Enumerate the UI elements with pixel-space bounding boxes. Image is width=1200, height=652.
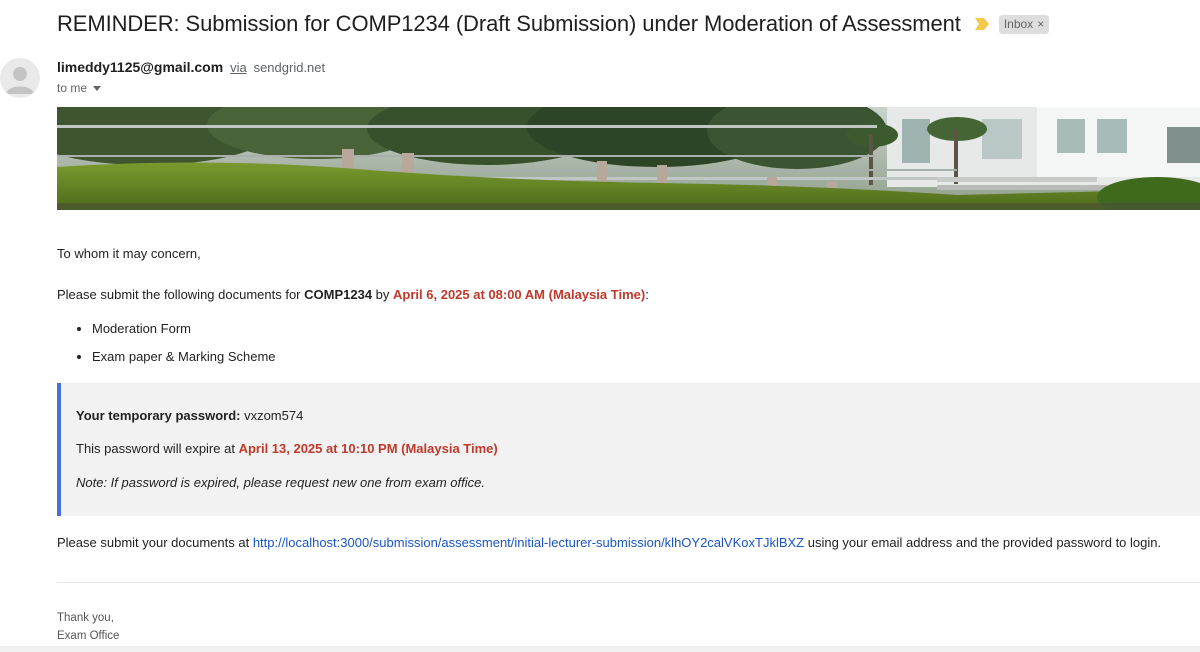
- signoff-thanks: Thank you,: [57, 612, 114, 624]
- submission-link[interactable]: http://localhost:3000/submission/assessm…: [253, 535, 804, 550]
- password-label: Your temporary password:: [76, 408, 241, 423]
- bottom-scroll-edge: [0, 646, 1200, 652]
- submit-instructions: Please submit your documents at http://l…: [57, 535, 1161, 550]
- inbox-label-text: Inbox: [1003, 16, 1034, 31]
- request-suffix: :: [645, 287, 649, 302]
- sender-email[interactable]: limeddy1125@gmail.com: [57, 59, 223, 75]
- sender-row: limeddy1125@gmail.com via sendgrid.net: [57, 59, 325, 75]
- chevron-down-icon[interactable]: [93, 85, 102, 91]
- subject-row: REMINDER: Submission for COMP1234 (Draft…: [57, 8, 1050, 40]
- submit-prefix: Please submit your documents at: [57, 535, 253, 550]
- sender-avatar[interactable]: [0, 58, 40, 98]
- campus-banner-image: [57, 107, 1200, 210]
- recipient-row[interactable]: to me: [57, 81, 102, 95]
- password-line: Your temporary password: vxzom574: [76, 408, 303, 423]
- via-link[interactable]: via: [230, 60, 247, 75]
- via-domain: sendgrid.net: [253, 60, 326, 75]
- list-item: Moderation Form: [92, 318, 276, 346]
- request-paragraph: Please submit the following documents fo…: [57, 287, 649, 302]
- greeting-text: To whom it may concern,: [57, 246, 201, 261]
- course-code: COMP1234: [304, 287, 373, 302]
- email-subject: REMINDER: Submission for COMP1234 (Draft…: [57, 11, 961, 36]
- submit-suffix: using your email address and the provide…: [804, 535, 1162, 550]
- submission-deadline: April 6, 2025 at 08:00 AM (Malaysia Time…: [393, 287, 646, 302]
- signature-divider: [57, 582, 1200, 583]
- inbox-label-chip[interactable]: Inbox ×: [998, 14, 1050, 34]
- list-item: Exam paper & Marking Scheme: [92, 346, 276, 374]
- password-info-box: Your temporary password: vxzom574 This p…: [57, 383, 1200, 516]
- remove-label-icon[interactable]: ×: [1037, 17, 1044, 31]
- expiry-time: April 13, 2025 at 10:10 PM (Malaysia Tim…: [238, 441, 498, 456]
- temporary-password: vxzom574: [240, 408, 304, 423]
- request-by: by: [372, 287, 394, 302]
- document-list: Moderation Form Exam paper & Marking Sch…: [57, 318, 276, 374]
- expiry-prefix: This password will expire at: [76, 441, 239, 456]
- expiry-note: Note: If password is expired, please req…: [76, 475, 485, 490]
- person-icon: [6, 67, 34, 94]
- request-prefix: Please submit the following documents fo…: [57, 287, 305, 302]
- expiry-line: This password will expire at April 13, 2…: [76, 441, 498, 456]
- recipient-text: to me: [57, 81, 88, 95]
- signoff-sender: Exam Office: [57, 630, 120, 642]
- importance-marker-icon[interactable]: [974, 18, 989, 30]
